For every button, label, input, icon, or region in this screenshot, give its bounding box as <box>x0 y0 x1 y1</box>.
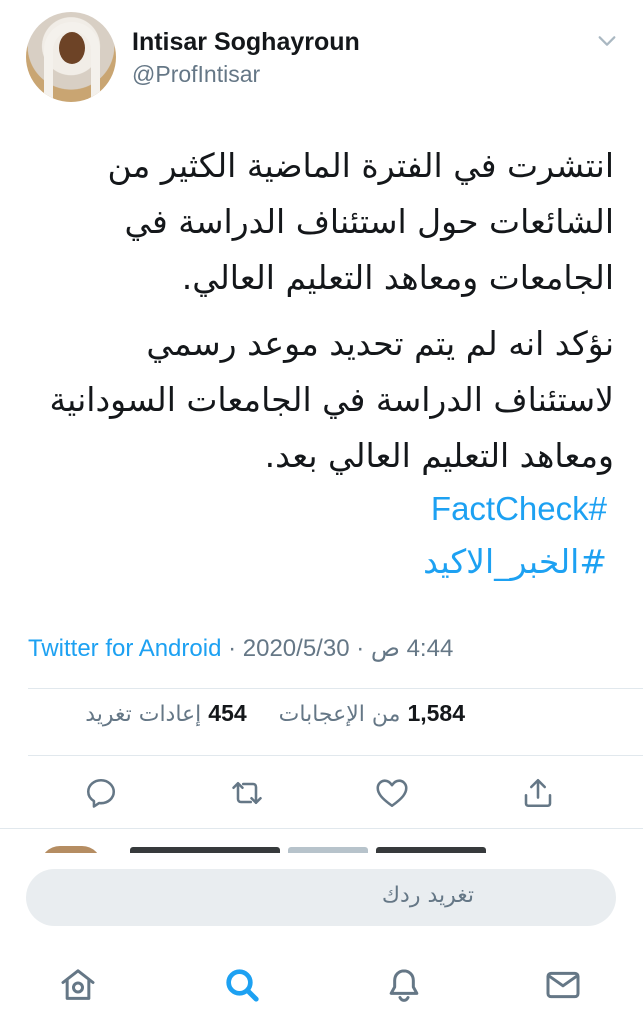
home-icon[interactable] <box>58 965 98 1005</box>
retweet-icon[interactable] <box>229 775 265 811</box>
tweet-header: Intisar Soghayroun @ProfIntisar <box>0 0 643 110</box>
retweets-label: إعادات تغريد <box>85 702 202 727</box>
tweet-meta: Twitter for Android · 2020/5/30 · 4:44 ص <box>28 634 453 663</box>
retweets-stat[interactable]: 454 إعادات تغريد <box>85 700 247 727</box>
tweet-body: انتشرت في الفترة الماضية الكثير من الشائ… <box>22 138 614 494</box>
divider <box>0 828 643 829</box>
mail-icon[interactable] <box>543 965 583 1005</box>
divider <box>28 755 643 756</box>
tweet-paragraph: انتشرت في الفترة الماضية الكثير من الشائ… <box>107 146 614 297</box>
hashtag-link[interactable]: #الخبر_الاكيد <box>423 542 607 581</box>
bell-icon[interactable] <box>384 965 424 1005</box>
likes-count: 1,584 <box>407 700 465 726</box>
author-handle[interactable]: @ProfIntisar <box>132 61 260 88</box>
reply-input[interactable]: تغريد ردك <box>26 869 616 926</box>
tweet-date: 2020/5/30 <box>242 635 350 662</box>
likes-stat[interactable]: 1,584 من الإعجابات <box>272 700 465 727</box>
search-icon[interactable] <box>222 965 262 1005</box>
avatar-face <box>59 32 85 64</box>
share-icon[interactable] <box>520 775 556 811</box>
tweet-paragraph: نؤكد انه لم يتم تحديد موعد رسمي لاستئناف… <box>49 324 614 475</box>
divider <box>28 688 643 689</box>
hashtag-link[interactable]: #FactCheck <box>431 490 607 528</box>
reply-icon[interactable] <box>83 775 119 811</box>
heart-icon[interactable] <box>374 775 410 811</box>
source-link[interactable]: Twitter for Android <box>28 635 221 662</box>
chevron-down-icon[interactable] <box>596 30 618 52</box>
likes-label: من الإعجابات <box>278 702 401 727</box>
retweets-count: 454 <box>208 700 247 726</box>
meta-separator: · <box>356 635 365 662</box>
reply-composer-bar: تغريد ردك <box>0 853 643 1024</box>
tweet-stats: 1,584 من الإعجابات 454 إعادات تغريد <box>85 700 465 727</box>
author-name[interactable]: Intisar Soghayroun <box>132 28 360 57</box>
meta-separator: · <box>228 635 237 662</box>
tweet-time: 4:44 ص <box>370 635 454 662</box>
avatar[interactable] <box>26 12 116 102</box>
